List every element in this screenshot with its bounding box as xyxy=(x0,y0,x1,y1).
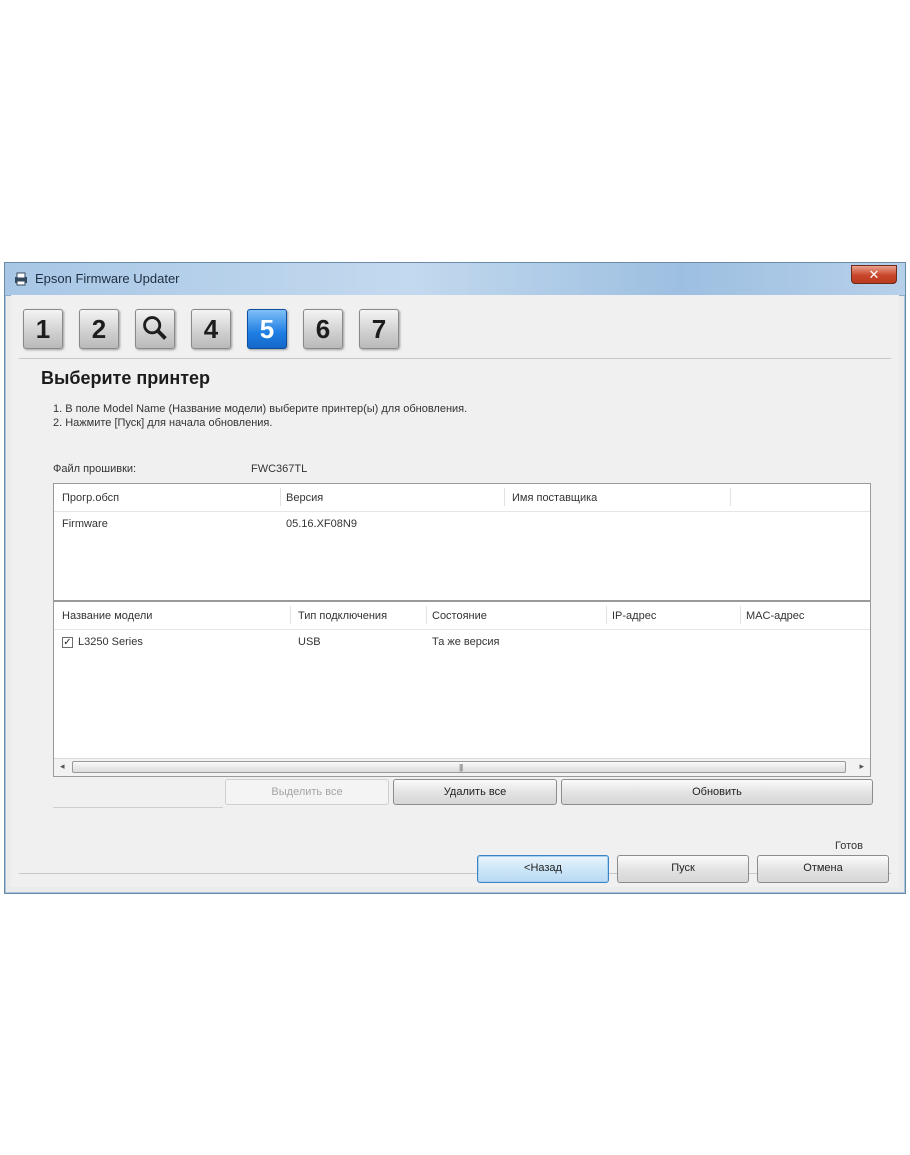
app-window: Epson Firmware Updater ✕ 1 2 3 4 5 6 7 В… xyxy=(4,262,906,894)
header-line xyxy=(54,511,870,512)
grip-icon: ||| xyxy=(459,763,463,772)
instruction-2: 2. Нажмите [Пуск] для начала обновления. xyxy=(53,417,273,429)
col-header-mac[interactable]: MAC-адрес xyxy=(746,610,804,622)
col-header-software[interactable]: Прогр.обсп xyxy=(62,492,119,504)
col-divider xyxy=(280,488,281,506)
col-divider xyxy=(740,606,741,624)
page-title: Выберите принтер xyxy=(41,368,211,388)
col-header-vendor[interactable]: Имя поставщика xyxy=(512,492,597,504)
start-button[interactable]: Пуск xyxy=(617,855,749,883)
step-7: 7 xyxy=(359,309,399,349)
software-list[interactable]: Прогр.обсп Версия Имя поставщика Firmwar… xyxy=(53,483,871,601)
status-text: Готов xyxy=(835,840,863,852)
col-divider xyxy=(504,488,505,506)
printer-status: Та же версия xyxy=(432,636,500,648)
close-button[interactable]: ✕ xyxy=(851,265,897,284)
select-all-button[interactable]: Выделить все xyxy=(225,779,389,805)
step-4: 4 xyxy=(191,309,231,349)
col-divider xyxy=(606,606,607,624)
col-header-ip[interactable]: IP-адрес xyxy=(612,610,656,622)
cancel-button[interactable]: Отмена xyxy=(757,855,889,883)
col-divider xyxy=(426,606,427,624)
printer-checkbox[interactable]: ✓ xyxy=(62,637,73,648)
firmware-file-value: FWC367TL xyxy=(251,463,308,475)
refresh-button[interactable]: Обновить xyxy=(561,779,873,805)
dialog-client-area: 1 2 3 4 5 6 7 Выберите принтер 1. В поле… xyxy=(11,295,899,887)
step-1: 1 xyxy=(23,309,63,349)
printer-app-icon xyxy=(15,272,27,286)
step-2: 2 xyxy=(79,309,119,349)
header-line xyxy=(54,629,870,630)
toolbar-underline xyxy=(53,807,223,808)
firmware-file-label: Файл прошивки: xyxy=(53,463,137,475)
printer-model: L3250 Series xyxy=(78,636,143,648)
step-6: 6 xyxy=(303,309,343,349)
col-header-model[interactable]: Название модели xyxy=(62,610,152,622)
col-header-version[interactable]: Версия xyxy=(286,492,323,504)
remove-all-button[interactable]: Удалить все xyxy=(393,779,557,805)
col-divider xyxy=(730,488,731,506)
printer-list[interactable]: Название модели Тип подключения Состояни… xyxy=(53,601,871,777)
step-5-active: 5 xyxy=(247,309,287,349)
horizontal-scrollbar[interactable]: ◂ ||| ▸ xyxy=(54,758,870,776)
step-divider xyxy=(19,358,891,359)
col-header-connection[interactable]: Тип подключения xyxy=(298,610,387,622)
col-header-status[interactable]: Состояние xyxy=(432,610,487,622)
col-divider xyxy=(290,606,291,624)
back-button[interactable]: <Назад xyxy=(477,855,609,883)
window-title: Epson Firmware Updater xyxy=(35,271,180,286)
scroll-right-icon[interactable]: ▸ xyxy=(859,761,864,772)
software-name: Firmware xyxy=(62,518,108,530)
step-3: 3 xyxy=(135,309,175,349)
scroll-left-icon[interactable]: ◂ xyxy=(60,761,65,772)
close-icon: ✕ xyxy=(868,267,880,282)
magnifier-icon xyxy=(143,316,167,340)
software-version: 05.16.XF08N9 xyxy=(286,518,357,530)
instruction-1: 1. В поле Model Name (Название модели) в… xyxy=(53,403,468,415)
printer-connection: USB xyxy=(298,636,321,648)
scroll-thumb[interactable]: ||| xyxy=(72,761,846,773)
title-bar[interactable]: Epson Firmware Updater ✕ xyxy=(5,263,905,296)
